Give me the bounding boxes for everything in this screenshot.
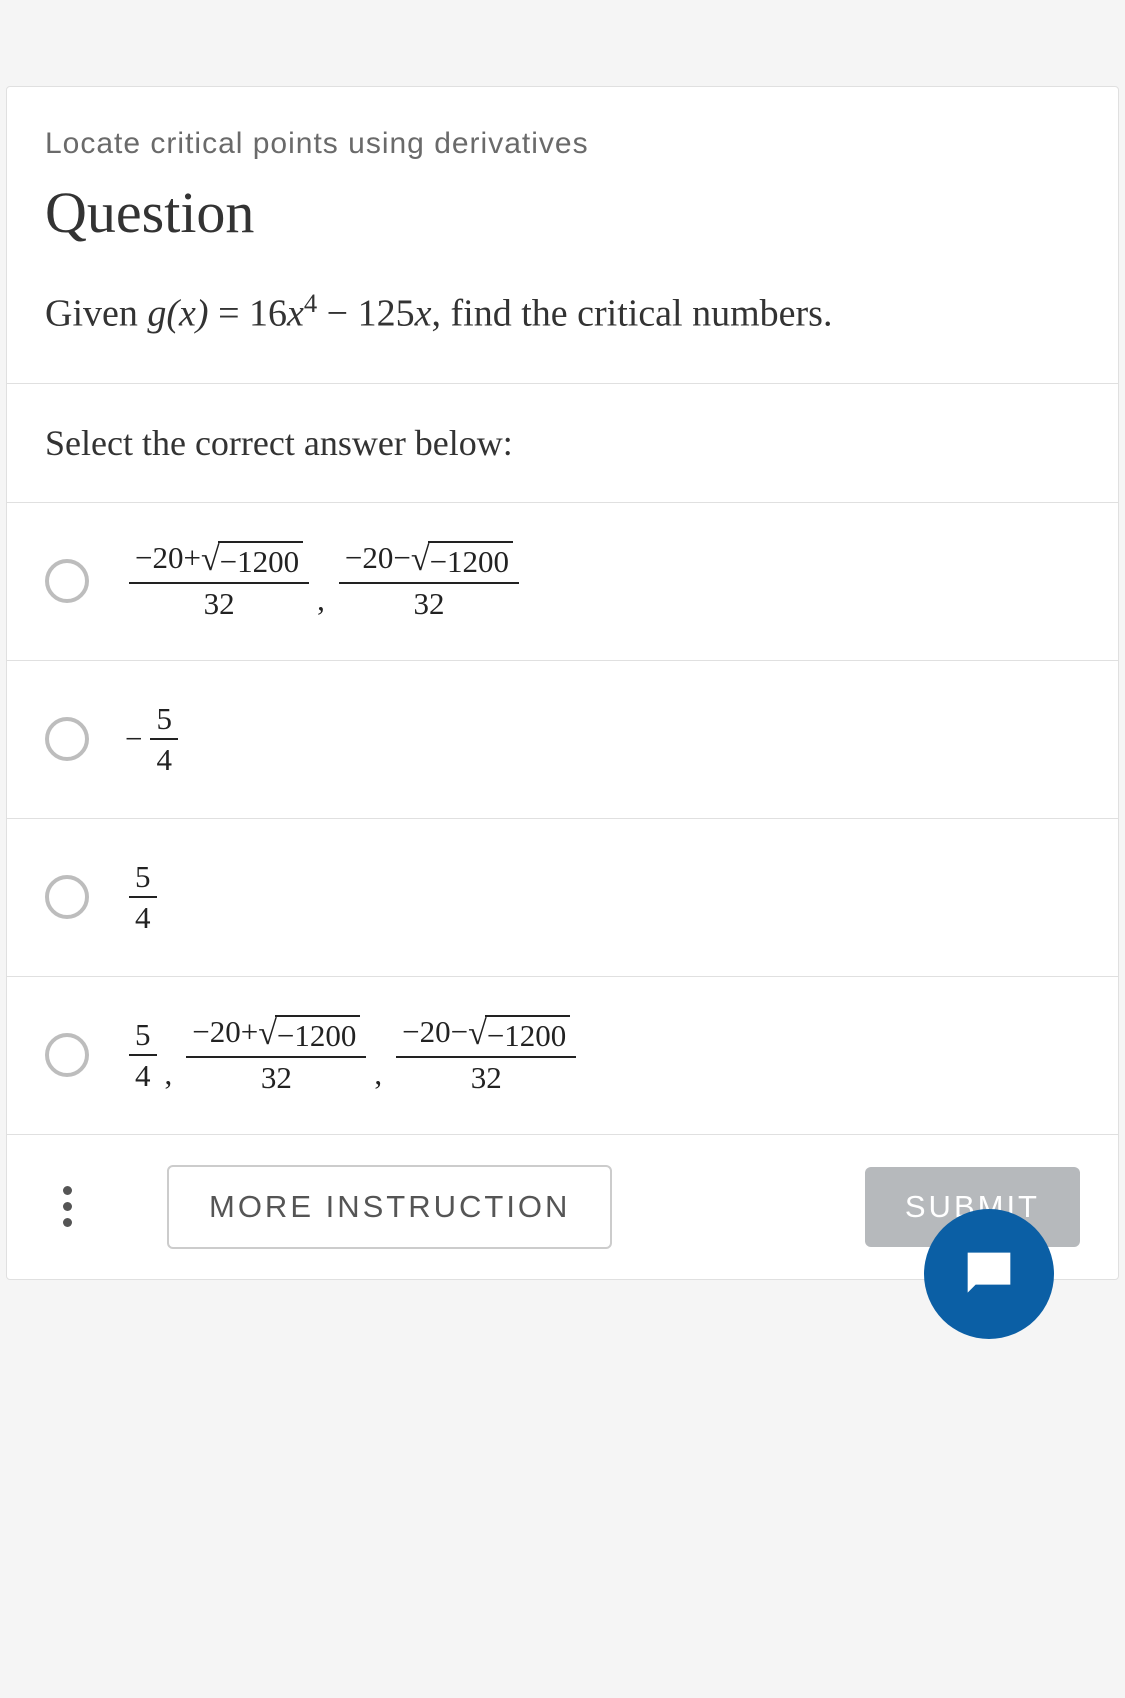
radio-c[interactable]: [45, 875, 89, 919]
option-d[interactable]: 5 4 , −20+√−1200 32 , −20−√−1200 32: [7, 977, 1118, 1135]
comma: ,: [165, 1056, 173, 1098]
sqrt-arg: −1200: [485, 1015, 570, 1054]
fraction: 5 4: [129, 857, 157, 938]
den: 32: [198, 584, 241, 624]
option-a-math: −20+√−1200 32 , −20−√−1200 32: [125, 538, 523, 624]
instruction-text: Select the correct answer below:: [7, 384, 1118, 503]
option-a[interactable]: −20+√−1200 32 , −20−√−1200 32: [7, 503, 1118, 661]
prompt-func: g(x): [147, 293, 208, 335]
prompt-eq: = 16: [209, 293, 287, 335]
fraction: −20−√−1200 32: [339, 538, 519, 624]
chat-icon[interactable]: [924, 1209, 1054, 1339]
sqrt-arg: −1200: [218, 541, 303, 580]
prompt-text: Given: [45, 293, 147, 335]
den: 32: [465, 1058, 508, 1098]
sqrt: √−1200: [258, 1015, 360, 1054]
option-d-math: 5 4 , −20+√−1200 32 , −20−√−1200 32: [125, 1012, 580, 1098]
den: 4: [150, 740, 178, 780]
question-card: Locate critical points using derivatives…: [6, 86, 1119, 1280]
prompt-mid: − 125: [317, 293, 414, 335]
sqrt-arg: −1200: [428, 541, 513, 580]
prompt-post: , find the critical numbers.: [431, 293, 832, 335]
num: 5: [129, 1015, 157, 1057]
minus-sign: −: [125, 721, 142, 757]
option-b[interactable]: − 5 4: [7, 661, 1118, 819]
option-c[interactable]: 5 4: [7, 819, 1118, 977]
prompt-var: x: [287, 293, 304, 335]
den: 4: [129, 898, 157, 938]
prompt-var2: x: [415, 293, 432, 335]
option-b-math: − 5 4: [125, 699, 182, 780]
topic-label: Locate critical points using derivatives: [45, 127, 1080, 161]
question-header: Locate critical points using derivatives…: [7, 87, 1118, 384]
more-options-icon[interactable]: [45, 1185, 89, 1229]
prompt-exp: 4: [304, 288, 317, 318]
more-instruction-button[interactable]: MORE INSTRUCTION: [167, 1165, 612, 1249]
sqrt: √−1200: [201, 541, 303, 580]
num-left: −20−: [345, 540, 411, 575]
fraction: −20+√−1200 32: [129, 538, 309, 624]
fraction: 5 4: [129, 1015, 157, 1096]
sqrt: √−1200: [411, 541, 513, 580]
num-left: −20−: [402, 1014, 468, 1049]
sqrt-arg: −1200: [275, 1015, 360, 1054]
comma: ,: [317, 582, 325, 624]
den: 4: [129, 1056, 157, 1096]
radio-b[interactable]: [45, 717, 89, 761]
question-title: Question: [45, 179, 1080, 246]
fraction: −20+√−1200 32: [186, 1012, 366, 1098]
num-left: −20+: [135, 540, 201, 575]
question-prompt: Given g(x) = 16x4 − 125x, find the criti…: [45, 284, 1080, 343]
radio-a[interactable]: [45, 559, 89, 603]
fraction: −20−√−1200 32: [396, 1012, 576, 1098]
den: 32: [407, 584, 450, 624]
num: 5: [129, 857, 157, 899]
radio-d[interactable]: [45, 1033, 89, 1077]
comma: ,: [374, 1056, 382, 1098]
option-c-math: 5 4: [125, 857, 161, 938]
den: 32: [255, 1058, 298, 1098]
num: 5: [150, 699, 178, 741]
sqrt: √−1200: [468, 1015, 570, 1054]
fraction: 5 4: [150, 699, 178, 780]
num-left: −20+: [192, 1014, 258, 1049]
